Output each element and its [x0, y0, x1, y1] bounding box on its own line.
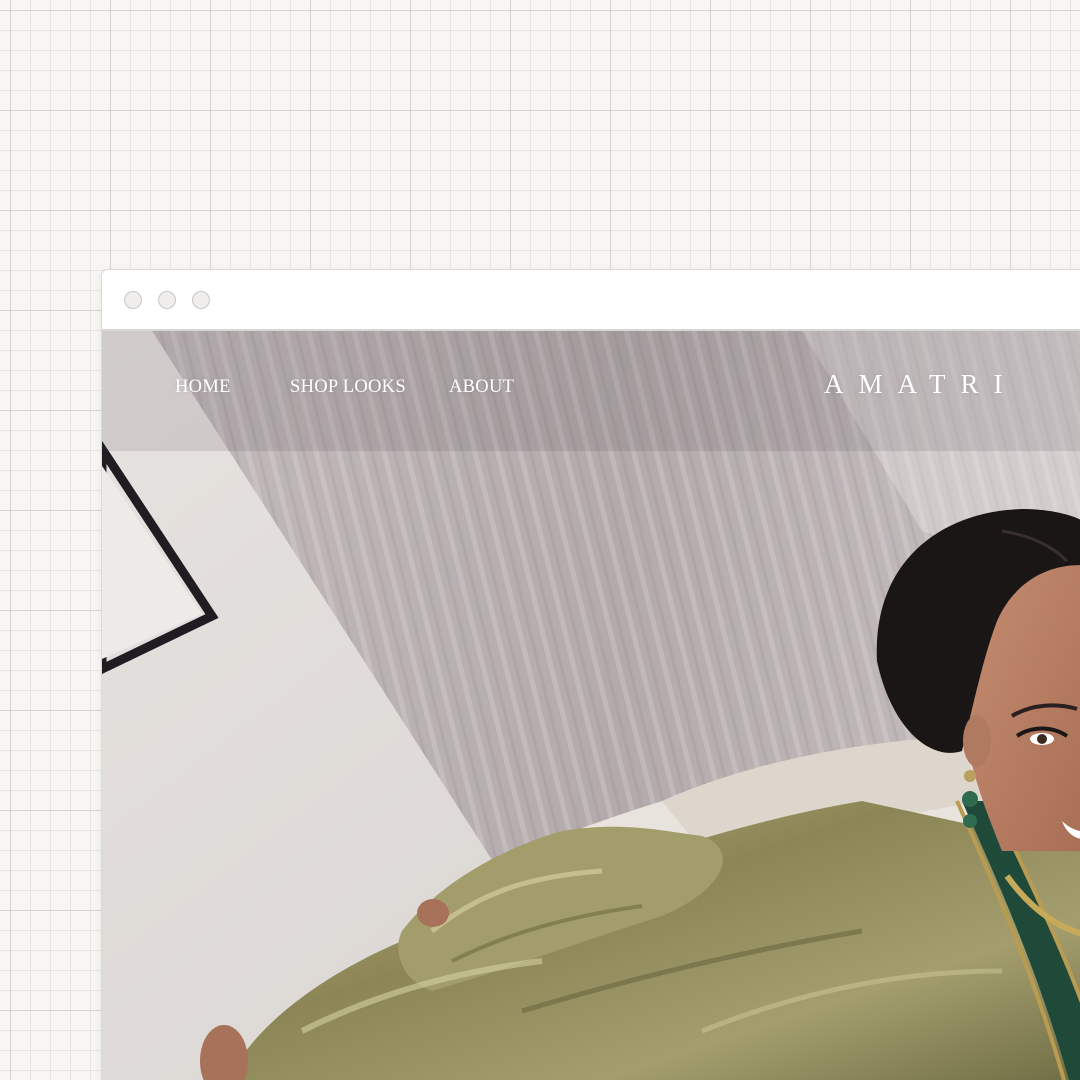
hero-section: HOME SHOP LOOKS ABOUT AMATRI	[102, 331, 1080, 1080]
brand-logo[interactable]: AMATRI	[824, 369, 1018, 400]
window-minimize-button[interactable]	[158, 291, 176, 309]
browser-title-bar	[102, 270, 1080, 331]
hero-photo	[102, 331, 1080, 1080]
nav-about-link[interactable]: ABOUT	[449, 377, 514, 398]
window-close-button[interactable]	[124, 291, 142, 309]
window-maximize-button[interactable]	[192, 291, 210, 309]
browser-window: HOME SHOP LOOKS ABOUT AMATRI	[101, 269, 1080, 1080]
nav-home-link[interactable]: HOME	[175, 377, 231, 398]
nav-shop-looks-link[interactable]: SHOP LOOKS	[290, 377, 406, 398]
